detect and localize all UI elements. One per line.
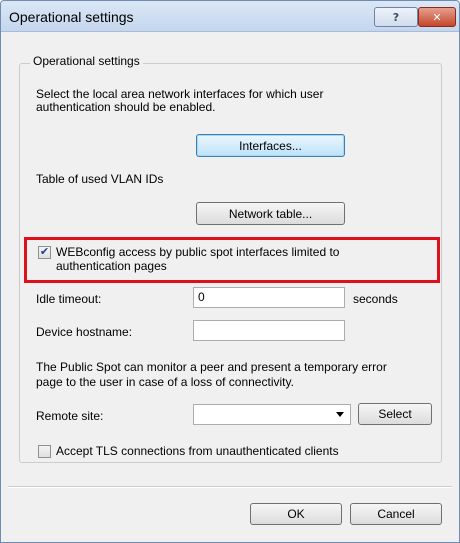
idle-timeout-unit: seconds [353,292,398,306]
interfaces-button[interactable]: Interfaces... [196,134,345,157]
remote-site-combobox[interactable] [193,404,351,425]
ok-button[interactable]: OK [250,503,342,525]
idle-timeout-label: Idle timeout: [36,292,102,306]
close-icon: ✕ [432,10,442,24]
cancel-button-label: Cancel [377,507,415,521]
cancel-button[interactable]: Cancel [350,503,442,525]
device-hostname-input[interactable] [193,320,345,341]
idle-timeout-input[interactable]: 0 [193,287,345,308]
description-text-line1: Select the local area network interfaces… [36,87,324,101]
vlan-label: Table of used VLAN IDs [36,172,164,186]
ok-button-label: OK [287,507,305,521]
network-table-button-label: Network table... [228,206,313,221]
interfaces-button-label: Interfaces... [239,138,302,153]
remote-site-label: Remote site: [36,409,104,423]
select-button-label: Select [378,407,412,421]
close-button[interactable]: ✕ [418,7,456,27]
group-legend: Operational settings [30,54,143,68]
title-bar: Operational settings ? ✕ [1,1,459,32]
device-hostname-label: Device hostname: [36,325,133,339]
select-button[interactable]: Select [358,403,432,425]
description-text-line2: authentication should be enabled. [36,100,216,114]
webconfig-checkbox[interactable]: ✔ [38,246,51,259]
help-icon: ? [392,10,400,24]
tls-checkbox-label: Accept TLS connections from unauthentica… [56,444,339,458]
window-title: Operational settings [9,9,134,25]
webconfig-label-line2: authentication pages [56,259,167,273]
check-icon: ✔ [39,246,50,258]
network-table-button[interactable]: Network table... [196,202,345,225]
tls-checkbox[interactable] [38,445,51,458]
monitor-text-line1: The Public Spot can monitor a peer and p… [36,360,387,374]
webconfig-label-line1: WEBconfig access by public spot interfac… [56,245,340,259]
help-button[interactable]: ? [374,7,418,27]
footer-separator [8,486,452,488]
dropdown-arrow-icon[interactable] [336,412,344,417]
monitor-text-line2: page to the user in case of a loss of co… [36,375,294,389]
